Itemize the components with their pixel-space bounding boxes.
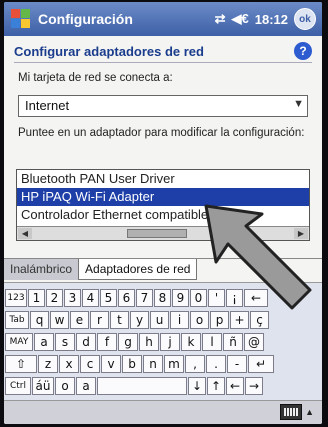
keyboard-key[interactable]: ç — [250, 311, 269, 329]
keyboard-key[interactable]: s — [55, 333, 75, 351]
keyboard-key[interactable]: 9 — [172, 289, 189, 307]
keyboard-key[interactable]: y — [130, 311, 149, 329]
divider — [14, 62, 312, 63]
tab-strip: Inalámbrico Adaptadores de red — [4, 258, 322, 280]
tab-network-adapters[interactable]: Adaptadores de red — [78, 259, 198, 280]
keyboard-key[interactable]: u — [150, 311, 169, 329]
keyboard-key[interactable]: ⇧ — [5, 355, 37, 373]
keyboard-key[interactable]: 0 — [190, 289, 207, 307]
menu-bar: ▲ — [4, 400, 322, 424]
keyboard-key[interactable]: 4 — [82, 289, 99, 307]
keyboard-key[interactable]: q — [30, 311, 49, 329]
adapter-list[interactable]: Bluetooth PAN User Driver HP iPAQ Wi-Fi A… — [16, 169, 310, 241]
page-title: Configurar adaptadores de red — [14, 44, 204, 59]
start-menu-icon[interactable] — [10, 8, 32, 30]
keyboard-key[interactable]: → — [245, 377, 263, 395]
keyboard-key[interactable]: w — [50, 311, 69, 329]
keyboard-key[interactable]: 123 — [5, 289, 27, 307]
keyboard-key[interactable]: 6 — [118, 289, 135, 307]
keyboard-key[interactable]: ↑ — [207, 377, 225, 395]
adapter-list-item[interactable]: HP iPAQ Wi-Fi Adapter — [17, 188, 309, 206]
keyboard-key[interactable]: j — [160, 333, 180, 351]
scroll-left-button[interactable]: ◀ — [18, 228, 32, 239]
keyboard-row: ⇧ z x c v b n m,. - ↵ — [5, 355, 275, 373]
keyboard-key[interactable]: 5 — [100, 289, 117, 307]
clock[interactable]: 18:12 — [255, 12, 288, 27]
keyboard-key[interactable]: áü — [32, 377, 54, 395]
scroll-right-button[interactable]: ▶ — [294, 228, 308, 239]
chevron-down-icon[interactable]: ▼ — [293, 98, 304, 110]
keyboard-key[interactable]: l — [202, 333, 222, 351]
device-frame: Configuración ⇄ ◀€ 18:12 ok Configurar a… — [0, 0, 328, 427]
keyboard-key[interactable]: + — [230, 311, 249, 329]
volume-icon[interactable]: ◀€ — [232, 11, 249, 27]
help-icon[interactable]: ? — [294, 42, 312, 60]
keyboard-row: Tab q w e r t y u i o p + ç — [5, 311, 270, 329]
keyboard-key[interactable]: c — [80, 355, 100, 373]
keyboard-key[interactable]: f — [97, 333, 117, 351]
input-menu-arrow[interactable]: ▲ — [305, 407, 314, 417]
keyboard-key[interactable]: 8 — [154, 289, 171, 307]
keyboard-key[interactable]: v — [101, 355, 121, 373]
adapter-list-item[interactable]: Controlador Ethernet compatible con — [17, 206, 309, 224]
keyboard-key[interactable]: 3 — [64, 289, 81, 307]
keyboard-key[interactable]: o — [190, 311, 209, 329]
keyboard-key[interactable]: k — [181, 333, 201, 351]
keyboard-key[interactable]: Ctrl — [5, 377, 31, 395]
keyboard-key[interactable]: - — [227, 355, 247, 373]
keyboard-row: 123 1 2 3 4 5 6 7 8 9 0 ' ¡ ← — [5, 289, 269, 307]
soft-keyboard: 123 1 2 3 4 5 6 7 8 9 0 ' ¡ ← Tab q w e r t y u i o p + ç MAY a s d f g h… — [4, 282, 322, 400]
keyboard-key[interactable]: , — [185, 355, 205, 373]
keyboard-key[interactable]: @ — [244, 333, 264, 351]
keyboard-key[interactable]: ↵ — [248, 355, 274, 373]
ok-button[interactable]: ok — [294, 8, 316, 30]
keyboard-key[interactable]: ← — [226, 377, 244, 395]
keyboard-key[interactable]: e — [70, 311, 89, 329]
app-title: Configuración — [38, 11, 133, 27]
keyboard-key[interactable]: ¡ — [226, 289, 243, 307]
list-label: Puntee en un adaptador para modificar la… — [18, 127, 305, 139]
card-label: Mi tarjeta de red se conecta a: — [18, 72, 173, 84]
keyboard-key[interactable]: . — [206, 355, 226, 373]
keyboard-key[interactable]: z — [38, 355, 58, 373]
keyboard-key[interactable]: x — [59, 355, 79, 373]
keyboard-key[interactable]: MAY — [5, 333, 33, 351]
network-select-value: Internet — [25, 98, 70, 113]
keyboard-key[interactable]: 7 — [136, 289, 153, 307]
keyboard-key[interactable]: 1 — [28, 289, 45, 307]
keyboard-key[interactable]: 2 — [46, 289, 63, 307]
scroll-thumb[interactable] — [127, 229, 187, 238]
keyboard-key[interactable]: m — [164, 355, 184, 373]
keyboard-key[interactable]: a — [34, 333, 54, 351]
keyboard-key[interactable]: d — [76, 333, 96, 351]
keyboard-key[interactable]: a — [76, 377, 96, 395]
keyboard-key[interactable]: ' — [208, 289, 225, 307]
status-icons: ⇄ ◀€ 18:12 ok — [215, 8, 316, 30]
title-bar: Configuración ⇄ ◀€ 18:12 ok — [4, 2, 322, 36]
keyboard-key[interactable]: r — [90, 311, 109, 329]
screen: Configuración ⇄ ◀€ 18:12 ok Configurar a… — [4, 2, 322, 424]
adapter-list-item[interactable]: Bluetooth PAN User Driver — [17, 170, 309, 188]
keyboard-key[interactable]: p — [210, 311, 229, 329]
keyboard-key[interactable]: n — [143, 355, 163, 373]
network-select[interactable]: Internet ▼ — [18, 95, 308, 117]
connectivity-icon[interactable]: ⇄ — [215, 11, 226, 27]
tab-wireless[interactable]: Inalámbrico — [4, 259, 79, 280]
keyboard-key[interactable]: o — [55, 377, 75, 395]
keyboard-key[interactable]: ← — [244, 289, 268, 307]
keyboard-key[interactable]: ñ — [223, 333, 243, 351]
keyboard-key[interactable]: b — [122, 355, 142, 373]
space-key[interactable] — [97, 377, 187, 395]
keyboard-key[interactable]: ↓ — [188, 377, 206, 395]
keyboard-key[interactable]: t — [110, 311, 129, 329]
keyboard-key[interactable]: Tab — [5, 311, 29, 329]
keyboard-icon[interactable] — [280, 404, 302, 420]
keyboard-key[interactable]: h — [139, 333, 159, 351]
keyboard-row: MAY a s d f g h j k l ñ @ — [5, 333, 265, 351]
horizontal-scrollbar[interactable]: ◀ ▶ — [17, 226, 309, 240]
keyboard-key[interactable]: g — [118, 333, 138, 351]
keyboard-row: Ctrl áü o a ↓ ↑ ← → — [5, 377, 264, 395]
keyboard-key[interactable]: i — [170, 311, 189, 329]
